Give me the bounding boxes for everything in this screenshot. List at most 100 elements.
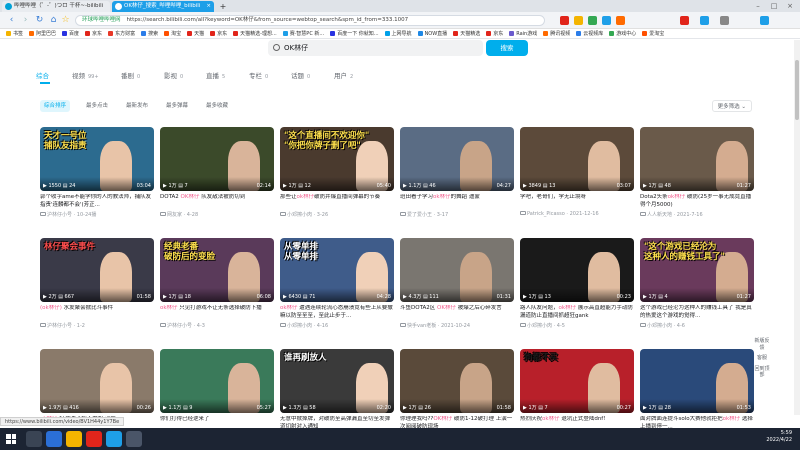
- video-card[interactable]: 从零单排 从零单排 ▶ 6430 ▤ 71 04:28 ok林仔 遭遇连续轮流心态崩溃…: [280, 238, 394, 338]
- video-thumbnail[interactable]: ▶ 1万 ▤ 13 00:23: [520, 238, 634, 302]
- folder-taskbar-icon[interactable]: [66, 431, 82, 447]
- uploader-name[interactable]: 网友家: [167, 212, 182, 218]
- video-card[interactable]: ▶ 3849 ▤ 13 03:07 学吧，老哥们，学无止境呀 Patrick_Pica…: [520, 127, 634, 227]
- back-icon[interactable]: ‹: [6, 15, 17, 26]
- bookmark-item[interactable]: 东方财富: [108, 29, 135, 38]
- bookmark-item[interactable]: 爱淘宝: [642, 29, 664, 38]
- star-icon[interactable]: ☆: [60, 15, 71, 26]
- search-input[interactable]: OK林仔: [268, 40, 483, 56]
- bookmark-item[interactable]: 天猫精选-理想...: [233, 29, 277, 38]
- user-icon[interactable]: [760, 16, 769, 25]
- uploader-name[interactable]: 小邓擦小肉: [647, 323, 672, 329]
- video-thumbnail[interactable]: "这个游戏已经沦为 这种人的赚钱工具了" ▶ 1万 ▤ 4 01:27: [640, 238, 754, 302]
- video-thumbnail[interactable]: ▶ 1.9万 ▤ 416 00:26: [40, 349, 154, 413]
- menu-icon[interactable]: [720, 16, 729, 25]
- extension-icon[interactable]: [574, 16, 583, 25]
- video-title[interactable]: ok林仔 遭遇连续轮流心态崩溃竟有些上从要撒嘛以防至至至，至此止步于...: [280, 305, 394, 320]
- video-thumbnail[interactable]: ▶ 1万 ▤ 7 02:14: [160, 127, 274, 191]
- uploader-name[interactable]: 小邓擦小肉: [287, 212, 312, 218]
- video-thumbnail[interactable]: 经典老番 破防后的变脸 ▶ 1万 ▤ 18 06:08: [160, 238, 274, 302]
- video-title[interactable]: Dota2头条ok林仔 破防(25岁一事无成竟直播得个月5000): [640, 194, 754, 209]
- more-filter-button[interactable]: 更多筛选 ⌄: [711, 100, 752, 112]
- video-card[interactable]: ▶ 1万 ▤ 7 02:14 DOTA2 OK林仔 队友敌法被防切到 网友家 · 4-…: [160, 127, 274, 227]
- extension-icon[interactable]: [602, 16, 611, 25]
- tab-4[interactable]: 直播 5: [206, 70, 225, 80]
- video-thumbnail[interactable]: ▶ 1.1万 ▤ 9 05:27: [160, 349, 274, 413]
- app-taskbar-icon[interactable]: [86, 431, 102, 447]
- forward-icon[interactable]: ›: [20, 15, 31, 26]
- scrollbar[interactable]: [794, 40, 800, 415]
- video-thumbnail[interactable]: ▶ 4.3万 ▤ 111 01:31: [400, 238, 514, 302]
- sort-option[interactable]: 综合排序: [40, 100, 71, 112]
- app-taskbar-icon[interactable]: [106, 431, 122, 447]
- bookmark-item[interactable]: 腾讯视频: [543, 29, 570, 38]
- tab-2[interactable]: 番剧 0: [121, 70, 140, 80]
- bookmark-item[interactable]: 京东: [85, 29, 102, 38]
- bookmark-item[interactable]: 云视频库: [576, 29, 603, 38]
- bookmark-item[interactable]: 书签: [6, 29, 23, 38]
- bookmark-item[interactable]: NOW直播: [417, 29, 447, 38]
- video-card[interactable]: 林仔聚会事件 ▶ 2万 ▤ 667 01:58 (ok林仔) 水友聚会掀比斗事件 沪林仔…: [40, 238, 154, 338]
- uploader-name[interactable]: 沪林仔小号: [47, 323, 72, 329]
- browser-tab-1[interactable]: OK林仔_搜索_哔哩哔哩_bilibili ×: [112, 1, 214, 12]
- video-card[interactable]: 经典老番 破防后的变脸 ▶ 1万 ▤ 18 06:08 ok林仔 只见打游戏不让无条选…: [160, 238, 274, 338]
- video-title[interactable]: 班田看子学习ok林仔的舞蹈 迪蒙: [400, 194, 514, 209]
- maximize-icon[interactable]: □: [766, 0, 782, 12]
- uploader-name[interactable]: Patrick_Picasso: [527, 211, 565, 217]
- video-card[interactable]: ▶ 1万 ▤ 13 00:23 路人队友问题，ok林仔 展示高直超能力手动防漏道防止…: [520, 238, 634, 338]
- video-card[interactable]: "这个游戏已经沦为 这种人的赚钱工具了" ▶ 1万 ▤ 4 01:27 这个游戏已经沦…: [640, 238, 754, 338]
- uploader-name[interactable]: 沪林仔小号: [47, 212, 72, 218]
- tab-3[interactable]: 影视 0: [164, 70, 183, 80]
- sort-option[interactable]: 最新发布: [122, 100, 152, 112]
- search-taskbar-icon[interactable]: [26, 431, 42, 447]
- video-thumbnail[interactable]: 狗都不买 ▶ 1万 ▤ 7 00:27: [520, 349, 634, 413]
- clock[interactable]: 5:59 2022/4/22: [766, 430, 792, 444]
- video-card[interactable]: "这个直播间不欢迎你" "你把你牌子删了吧" ▶ 1万 ▤ 12 05:40 那些让o…: [280, 127, 394, 227]
- tab-7[interactable]: 用户 2: [334, 70, 353, 80]
- extension-icon[interactable]: [700, 16, 709, 25]
- video-card[interactable]: ▶ 1万 ▤ 48 01:27 Dota2头条ok林仔 破防(25岁一事无成竟直播得…: [640, 127, 754, 227]
- side-button[interactable]: 回到顶部: [754, 366, 770, 379]
- scroll-thumb[interactable]: [795, 60, 799, 120]
- video-title[interactable]: 学吧，老哥们，学无止境呀: [520, 194, 634, 209]
- video-title[interactable]: 郭个收字ame不能学你的人的教法师，捕队友指责'连麟都不会'(芳正...: [40, 194, 154, 209]
- bookmark-item[interactable]: 天猫精选: [453, 29, 480, 38]
- side-button[interactable]: 新版反馈: [754, 338, 770, 351]
- video-thumbnail[interactable]: ▶ 1万 ▤ 26 01:58: [400, 349, 514, 413]
- extension-icon[interactable]: [680, 16, 689, 25]
- video-title[interactable]: 那些让ok林仔破防并爆直播间弹幕的节奏: [280, 194, 394, 209]
- search-button[interactable]: 搜索: [486, 40, 528, 56]
- video-thumbnail[interactable]: ▶ 3849 ▤ 13 03:07: [520, 127, 634, 191]
- url-field[interactable]: 环球哔哩哔哩网 https://search.bilibili.com/all?k…: [75, 15, 545, 26]
- tab-5[interactable]: 专栏 0: [249, 70, 268, 80]
- extension-icon[interactable]: [560, 16, 569, 25]
- uploader-name[interactable]: 人人新天地: [647, 212, 672, 218]
- bookmark-item[interactable]: 天猫: [187, 29, 204, 38]
- uploader-name[interactable]: 小邓擦小肉: [287, 323, 312, 329]
- bookmark-item[interactable]: 上网导航: [384, 29, 412, 38]
- bookmark-item[interactable]: 游戏中心: [609, 29, 636, 38]
- video-thumbnail[interactable]: 从零单排 从零单排 ▶ 6430 ▤ 71 04:28: [280, 238, 394, 302]
- sort-option[interactable]: 最多点击: [82, 100, 112, 112]
- uploader-name[interactable]: 快手van老板: [407, 323, 436, 329]
- sort-option[interactable]: 最多弹幕: [162, 100, 192, 112]
- extension-icon[interactable]: [616, 16, 625, 25]
- tab-0[interactable]: 综合: [36, 70, 52, 80]
- sort-option[interactable]: 最多收藏: [202, 100, 232, 112]
- close-tab-icon[interactable]: ×: [206, 1, 211, 12]
- uploader-name[interactable]: 小邓擦小肉: [527, 323, 552, 329]
- minimize-icon[interactable]: –: [750, 0, 766, 12]
- refresh-icon[interactable]: ↻: [34, 15, 45, 26]
- browser-tab-0[interactable]: 哔哩哔哩（゜-゜)つロ 干杯~-bilibili: [2, 1, 110, 12]
- bookmark-item[interactable]: 阿里巴巴: [29, 29, 56, 38]
- video-title[interactable]: (ok林仔) 水友聚会掀比斗事件: [40, 305, 154, 320]
- bookmark-item[interactable]: 百度: [62, 29, 79, 38]
- video-thumbnail[interactable]: "这个直播间不欢迎你" "你把你牌子删了吧" ▶ 1万 ▤ 12 05:40: [280, 127, 394, 191]
- app-taskbar-icon[interactable]: [126, 431, 142, 447]
- bookmark-item[interactable]: Rain游戏: [509, 29, 537, 38]
- video-card[interactable]: ▶ 4.3万 ▤ 111 01:31 斗鱼DOTA2区 OK林仔 被爆之后心碎发言快…: [400, 238, 514, 338]
- bookmark-item[interactable]: 百度一下 你就知...: [330, 29, 379, 38]
- uploader-name[interactable]: 沪林仔小号: [167, 323, 192, 329]
- bookmark-item[interactable]: 京东: [210, 29, 227, 38]
- video-thumbnail[interactable]: ▶ 1.1万 ▤ 46 04:27: [400, 127, 514, 191]
